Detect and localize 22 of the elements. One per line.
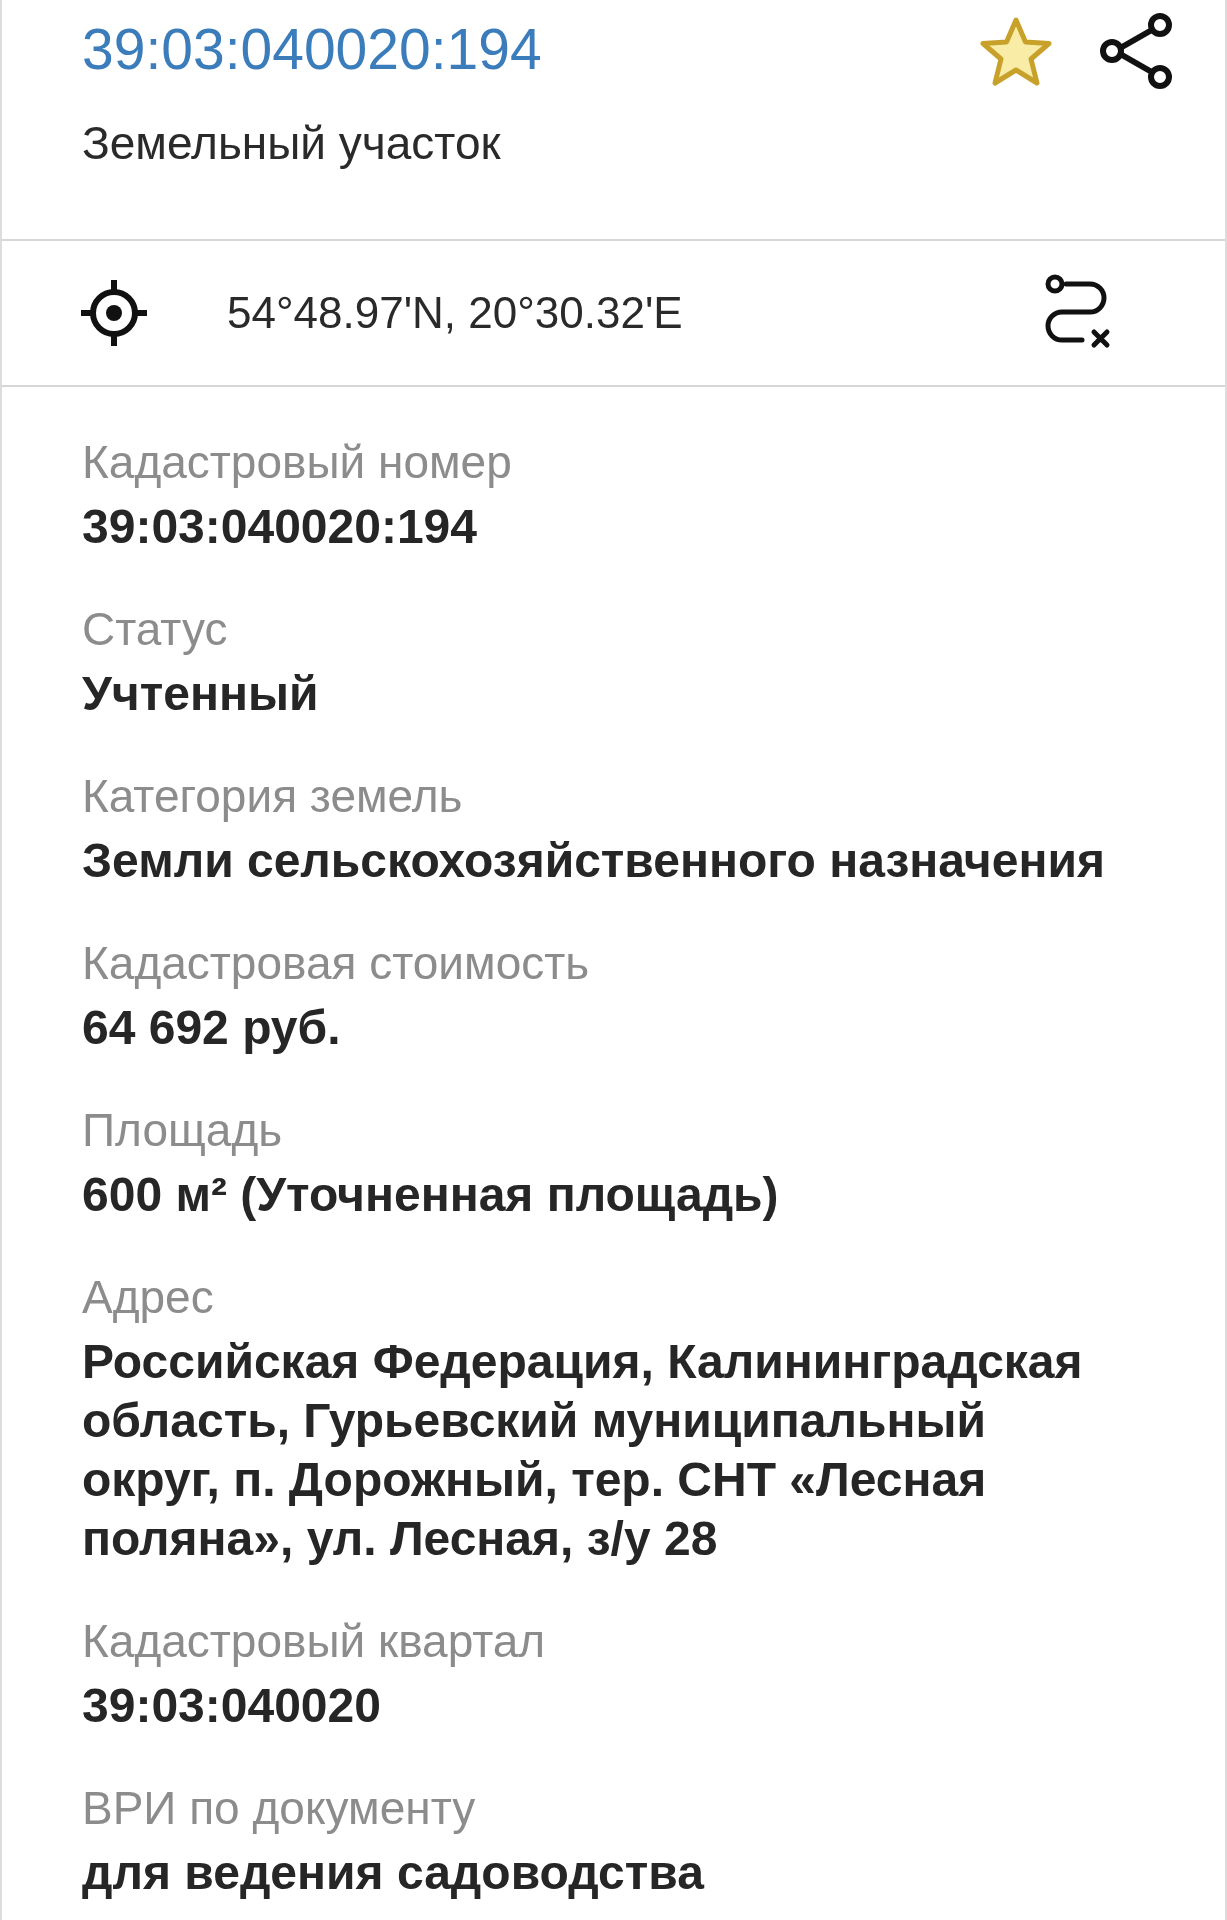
field-label: Адрес — [82, 1270, 214, 1325]
field-label: Статус — [82, 602, 228, 657]
star-icon[interactable] — [979, 17, 1053, 87]
object-type: Земельный участок — [82, 116, 501, 171]
field-value: 39:03:040020:194 — [82, 499, 477, 555]
field-value: Земли сельскохозяйственного назначения — [82, 833, 1105, 889]
crosshair-icon[interactable] — [81, 280, 147, 346]
field-label: Площадь — [82, 1103, 283, 1158]
field-label: Категория земель — [82, 769, 463, 824]
field-value: 600 м² (Уточненная площадь) — [82, 1167, 779, 1223]
cadastral-number-link[interactable]: 39:03:040020:194 — [82, 17, 542, 81]
field-value: Российская Федерация, Калининградская область, Гурьевский муниципальный округ, п. Дорожный, тер. СНТ «Лесная поляна», ул. Лесная, з/у 28 — [82, 1334, 1084, 1567]
field-label: Кадастровая стоимость — [82, 936, 590, 991]
field-label: Кадастровый номер — [82, 435, 512, 490]
field-value: для ведения садоводства — [82, 1845, 704, 1901]
field-label: Кадастровый квартал — [82, 1614, 546, 1669]
coordinates-text: 54°48.97'N, 20°30.32'E — [227, 287, 683, 339]
field-value: 39:03:040020 — [82, 1678, 381, 1734]
share-icon[interactable] — [1099, 13, 1173, 89]
field-value: 64 692 руб. — [82, 1000, 341, 1056]
field-label: ВРИ по документу — [82, 1781, 476, 1836]
field-value: Учтенный — [82, 666, 319, 722]
